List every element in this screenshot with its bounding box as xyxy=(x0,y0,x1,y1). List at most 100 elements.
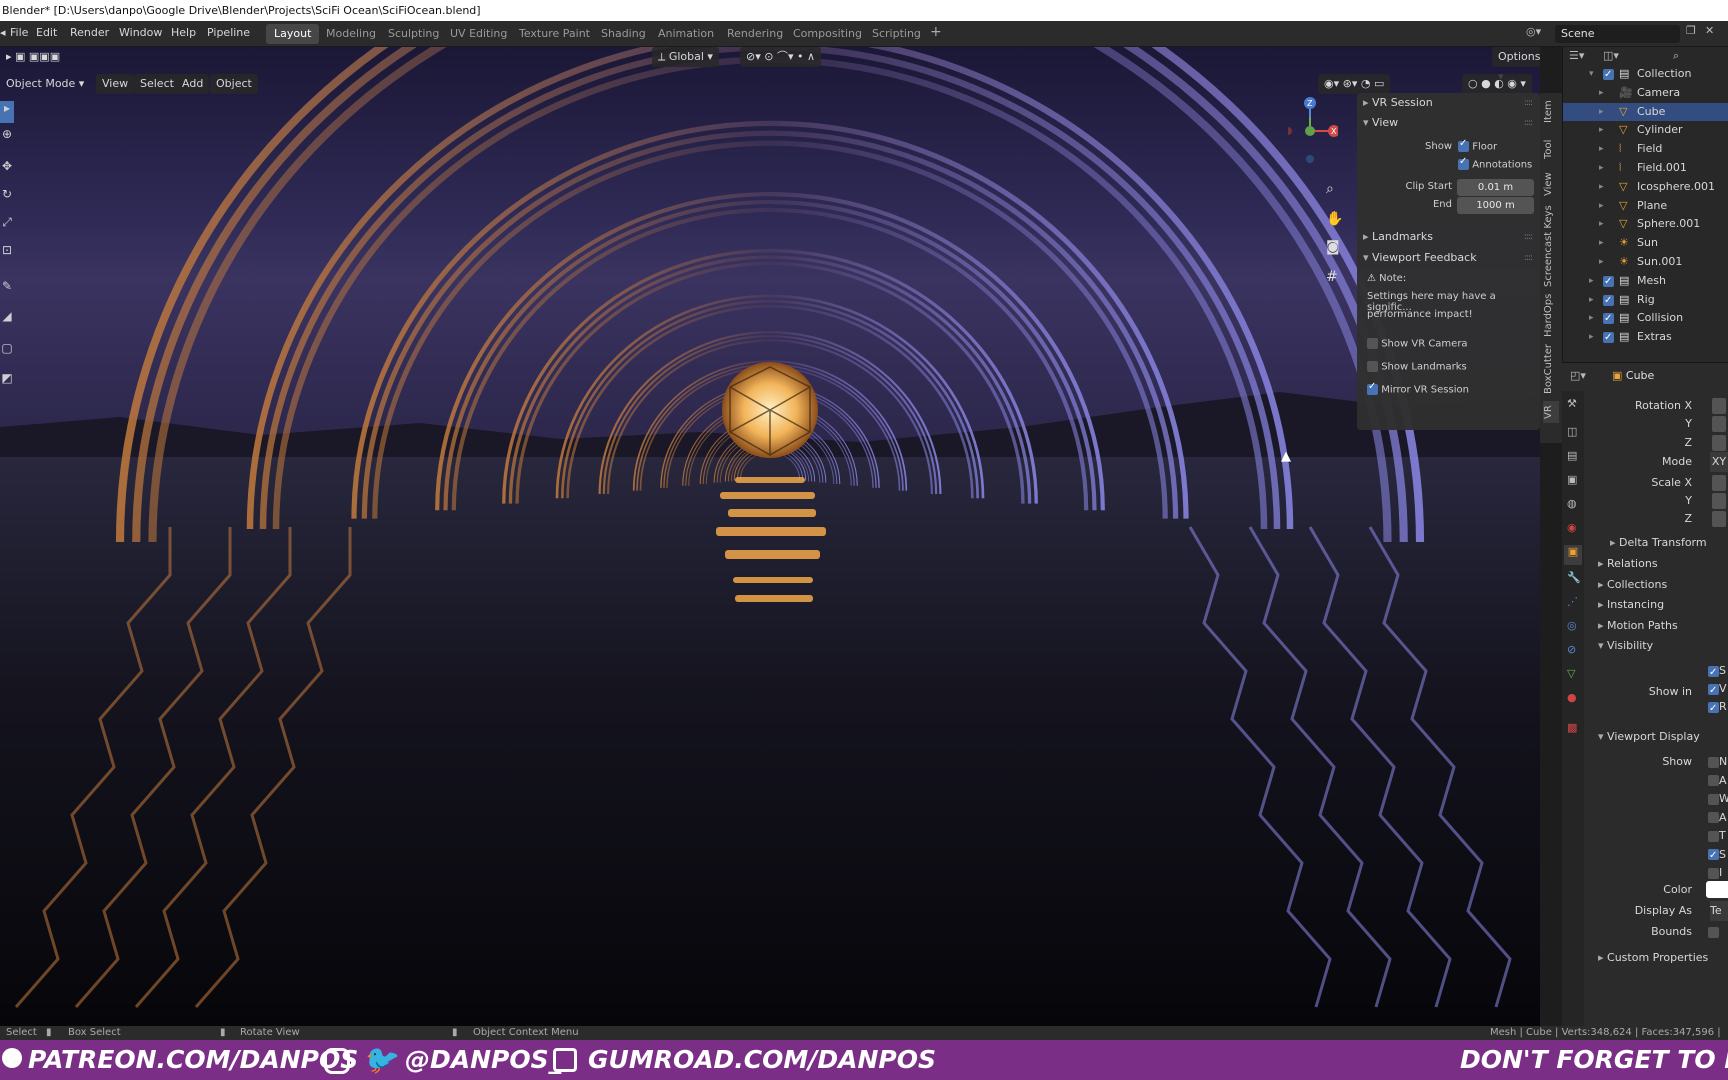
display-checkbox[interactable]: I xyxy=(1708,863,1722,883)
grid-toggle-icon[interactable]: # xyxy=(1326,269,1338,285)
delta-transform-subpanel[interactable]: ▸ Delta Transform xyxy=(1610,533,1707,553)
collection-exclude-checkbox[interactable] xyxy=(1603,310,1614,328)
collection-exclude-checkbox[interactable] xyxy=(1603,273,1614,291)
menu-render[interactable]: Render xyxy=(70,26,109,39)
display-checkbox[interactable]: N xyxy=(1708,752,1727,772)
editor-type-icon[interactable]: ◂ xyxy=(0,26,6,39)
display-checkbox[interactable]: A xyxy=(1708,771,1727,791)
scale-z-field[interactable] xyxy=(1712,511,1726,527)
particles-props-icon[interactable]: ⋰ xyxy=(1567,595,1578,608)
tab-boxcutter[interactable]: BoxCutter xyxy=(1543,343,1559,395)
select-box-tools[interactable]: ▸ ▣ ▣▣▣ xyxy=(0,47,66,67)
instancing-panel[interactable]: ▸ Instancing xyxy=(1598,595,1664,615)
collections-panel[interactable]: ▸ Collections xyxy=(1598,575,1667,595)
scene-icon[interactable]: ◎▾ xyxy=(1526,25,1541,38)
select-tool-icon[interactable]: ▸ xyxy=(0,101,14,123)
object-menu[interactable]: Object xyxy=(210,74,258,94)
rotation-z-field[interactable] xyxy=(1712,435,1726,451)
expand-arrow-icon[interactable]: ▸ xyxy=(1599,234,1604,252)
expand-arrow-icon[interactable]: ▸ xyxy=(1589,328,1594,346)
expand-arrow-icon[interactable]: ▸ xyxy=(1599,178,1604,196)
menu-edit[interactable]: Edit xyxy=(36,26,57,39)
menu-help[interactable]: Help xyxy=(171,26,196,39)
annotate-tool-icon[interactable]: ✎ xyxy=(0,279,14,301)
outliner-item-collision[interactable]: ▸ ▤ Collision xyxy=(1563,309,1728,328)
color-swatch[interactable] xyxy=(1706,881,1728,898)
tab-tool[interactable]: Tool xyxy=(1543,135,1559,163)
scale-tool-icon[interactable]: ⤢ xyxy=(0,215,14,237)
outliner-search-icon[interactable]: ⌕ xyxy=(1673,49,1679,63)
display-checkbox[interactable]: W xyxy=(1708,789,1728,809)
transform-tool-icon[interactable]: ⊡ xyxy=(0,243,14,265)
constraints-props-icon[interactable]: ⊘ xyxy=(1567,643,1576,656)
clip-start-field[interactable]: 0.01 m xyxy=(1457,179,1534,196)
outliner-item-rig[interactable]: ▸ ▤ Rig xyxy=(1563,291,1728,310)
display-checkbox[interactable]: T xyxy=(1708,826,1726,846)
expand-arrow-icon[interactable]: ▸ xyxy=(1599,84,1604,102)
expand-arrow-icon[interactable]: ▸ xyxy=(1599,215,1604,233)
display-as-dropdown[interactable]: Te xyxy=(1710,901,1728,921)
orientation-dropdown[interactable]: ⟂ Global ▾ xyxy=(652,47,719,67)
tab-item[interactable]: Item xyxy=(1543,97,1559,127)
outliner-item-sun[interactable]: ▸ ☀ Sun xyxy=(1563,234,1728,252)
tab-hardops[interactable]: HardOps xyxy=(1543,293,1559,337)
cursor-tool-icon[interactable]: ⊕ xyxy=(0,127,14,149)
outliner-item-collection[interactable]: ▾ ▤ Collection xyxy=(1563,65,1728,84)
outliner-filter-icon[interactable]: ◫▾ xyxy=(1603,49,1619,62)
move-tool-icon[interactable]: ✥ xyxy=(0,159,14,181)
view-panel-header[interactable]: ▾ View:::: xyxy=(1357,113,1540,133)
outliner-item-camera[interactable]: ▸ 🎥 Camera xyxy=(1563,84,1728,102)
new-scene-icon[interactable]: ❐ xyxy=(1686,24,1696,37)
rotate-tool-icon[interactable]: ↻ xyxy=(0,187,14,209)
outliner-item-sphere-001[interactable]: ▸ ▽ Sphere.001 xyxy=(1563,215,1728,233)
outliner-item-icosphere-001[interactable]: ▸ ▽ Icosphere.001 xyxy=(1563,178,1728,196)
select-menu[interactable]: Select xyxy=(134,74,180,94)
object-props-icon[interactable]: ▣ xyxy=(1564,545,1582,565)
tab-animation[interactable]: Animation xyxy=(650,24,722,44)
measure-tool-icon[interactable]: ◢ xyxy=(0,309,14,331)
custom-properties-panel[interactable]: ▸ Custom Properties xyxy=(1598,948,1708,968)
tab-view[interactable]: View xyxy=(1543,169,1559,199)
viewport-display-panel[interactable]: ▾ Viewport Display xyxy=(1598,727,1700,747)
annotations-checkbox[interactable]: Annotations xyxy=(1458,156,1532,171)
clip-end-field[interactable]: 1000 m xyxy=(1457,197,1534,214)
camera-view-icon[interactable]: ◙ xyxy=(1326,239,1340,255)
view-menu[interactable]: View xyxy=(96,74,135,94)
collection-exclude-checkbox[interactable] xyxy=(1603,329,1614,347)
tab-uv-editing[interactable]: UV Editing xyxy=(442,24,515,44)
tab-layout[interactable]: Layout xyxy=(266,24,320,44)
physics-props-icon[interactable]: ◎ xyxy=(1567,619,1577,632)
outliner-item-mesh[interactable]: ▸ ▤ Mesh xyxy=(1563,272,1728,291)
rotation-mode-dropdown[interactable]: XY xyxy=(1710,452,1728,472)
outliner-item-sun-001[interactable]: ▸ ☀ Sun.001 xyxy=(1563,253,1728,271)
scale-x-field[interactable] xyxy=(1712,475,1726,491)
outliner-item-plane[interactable]: ▸ ▽ Plane xyxy=(1563,197,1728,215)
shading-modes[interactable]: ○ ● ◐ ◉ ▾ xyxy=(1462,74,1532,94)
bounds-checkbox[interactable] xyxy=(1708,925,1719,938)
add-menu[interactable]: Add xyxy=(176,74,210,94)
expand-arrow-icon[interactable]: ▸ xyxy=(1589,272,1594,290)
texture-props-icon[interactable]: ▩ xyxy=(1567,721,1577,734)
object-mode-dropdown[interactable]: Object Mode ▾ xyxy=(0,74,90,94)
boxcutter-tool-icon[interactable]: ◩ xyxy=(0,371,14,393)
snapping-controls[interactable]: ⊘▾ ⊙ ⌒▾ • ∧ xyxy=(740,47,822,67)
modifier-props-icon[interactable]: 🔧 xyxy=(1567,571,1581,584)
3d-viewport[interactable]: Object Mode ▾ View Select Add Object ⟂ G… xyxy=(0,47,1540,1026)
navigation-gizmo[interactable]: Z X xyxy=(1284,97,1340,167)
pan-hand-icon[interactable]: ✋ xyxy=(1326,211,1343,227)
expand-arrow-icon[interactable]: ▸ xyxy=(1589,291,1594,309)
show-landmarks-checkbox[interactable]: Show Landmarks xyxy=(1367,361,1467,373)
visibility-checkbox[interactable]: S xyxy=(1708,661,1726,683)
vr-session-panel-header[interactable]: ▸ VR Session:::: xyxy=(1357,93,1540,113)
add-workspace-icon[interactable]: + xyxy=(930,24,942,40)
show-vr-camera-checkbox[interactable]: Show VR Camera xyxy=(1367,338,1468,350)
tab-rendering[interactable]: Rendering xyxy=(719,24,791,44)
mirror-vr-session-checkbox[interactable]: Mirror VR Session xyxy=(1367,381,1469,396)
outliner-item-field[interactable]: ▸ ⦚ Field xyxy=(1563,140,1728,158)
scale-y-field[interactable] xyxy=(1712,493,1726,509)
expand-arrow-icon[interactable]: ▾ xyxy=(1589,65,1594,83)
rotation-y-field[interactable] xyxy=(1712,416,1726,432)
viewport-overlays[interactable]: ◉▾ ⊛▾ ◔ ▭ xyxy=(1318,74,1391,94)
outliner-item-cylinder[interactable]: ▸ ▽ Cylinder xyxy=(1563,121,1728,139)
motion-paths-panel[interactable]: ▸ Motion Paths xyxy=(1598,616,1678,636)
